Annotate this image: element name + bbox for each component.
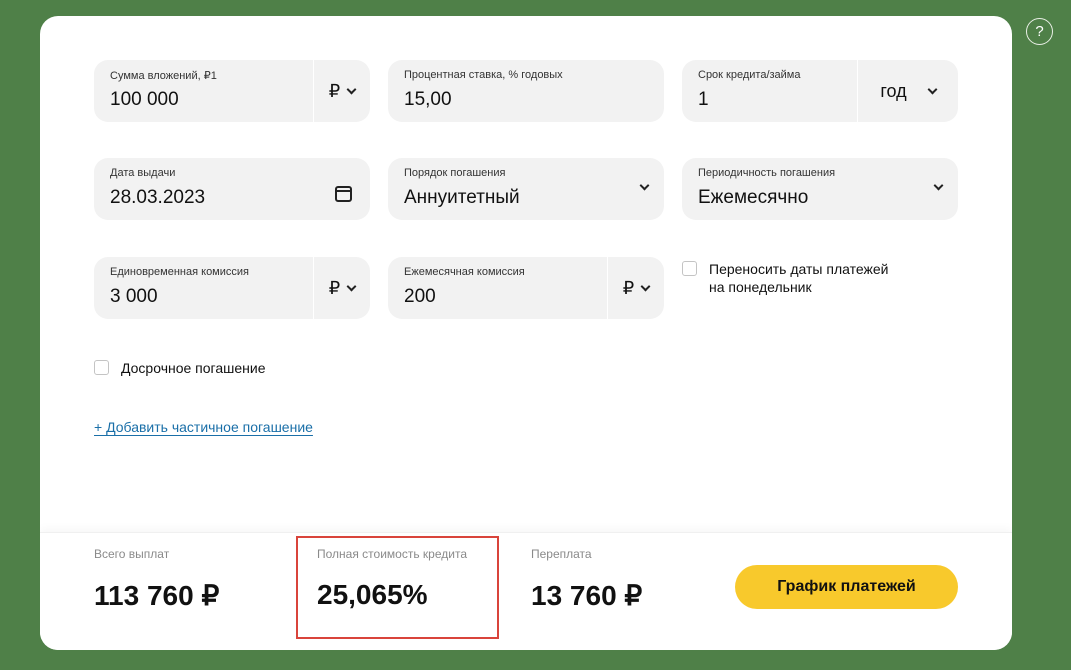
move-to-monday-label-line2: на понедельник xyxy=(709,279,812,295)
interest-rate-label: Процентная ставка, % годовых xyxy=(404,69,563,81)
monthly-fee-field[interactable]: Ежемесячная комиссия 200 ₽ xyxy=(388,257,664,319)
overpayment-value: 13 760 ₽ xyxy=(531,580,643,611)
help-icon[interactable]: ? xyxy=(1026,18,1053,45)
total-payments-value: 113 760 ₽ xyxy=(94,580,220,611)
amount-label: Сумма вложений, ₽1 xyxy=(110,70,217,82)
interest-rate-value[interactable]: 15,00 xyxy=(404,89,452,111)
early-repayment-option[interactable]: Досрочное погашение xyxy=(94,359,265,377)
amount-value[interactable]: 100 000 xyxy=(110,89,179,111)
chevron-down-icon xyxy=(933,180,944,191)
term-label: Срок кредита/займа xyxy=(698,69,801,81)
add-partial-repayment-link[interactable]: + Добавить частичное погашение xyxy=(94,419,313,435)
issue-date-value[interactable]: 28.03.2023 xyxy=(110,187,205,209)
term-unit-label: год xyxy=(880,80,907,101)
summary-bar: Всего выплат 113 760 ₽ Полная стоимость … xyxy=(40,532,1012,650)
loan-calculator-card: Сумма вложений, ₽1 100 000 ₽ Процентная … xyxy=(40,16,1012,650)
currency-label: ₽ xyxy=(622,277,635,298)
currency-label: ₽ xyxy=(328,277,341,298)
interest-rate-field[interactable]: Процентная ставка, % годовых 15,00 xyxy=(388,60,664,122)
chevron-down-icon xyxy=(640,281,651,291)
repayment-order-value: Аннуитетный xyxy=(404,187,520,208)
currency-label: ₽ xyxy=(328,80,341,101)
one-time-fee-field[interactable]: Единовременная комиссия 3 000 ₽ xyxy=(94,257,370,319)
repayment-order-select[interactable]: Порядок погашения Аннуитетный xyxy=(388,158,664,220)
repayment-frequency-value: Ежемесячно xyxy=(698,187,809,208)
total-payments-label: Всего выплат xyxy=(94,547,170,561)
issue-date-field[interactable]: Дата выдачи 28.03.2023 xyxy=(94,158,370,220)
repayment-frequency-label: Периодичность погашения xyxy=(698,167,836,179)
early-repayment-checkbox[interactable] xyxy=(94,360,109,375)
move-to-monday-checkbox[interactable] xyxy=(682,261,697,276)
monthly-fee-currency-select[interactable]: ₽ xyxy=(607,257,664,319)
calendar-icon[interactable] xyxy=(335,186,352,202)
chevron-down-icon xyxy=(346,84,357,94)
full-cost-label: Полная стоимость кредита xyxy=(317,547,467,561)
repayment-frequency-select[interactable]: Периодичность погашения Ежемесячно xyxy=(682,158,958,220)
overpayment-label: Переплата xyxy=(531,547,592,561)
term-unit-select[interactable]: год xyxy=(857,60,958,122)
one-time-fee-label: Единовременная комиссия xyxy=(110,266,249,278)
monthly-fee-value[interactable]: 200 xyxy=(404,286,436,308)
amount-field[interactable]: Сумма вложений, ₽1 100 000 ₽ xyxy=(94,60,370,122)
repayment-order-label: Порядок погашения xyxy=(404,167,506,179)
payment-schedule-button[interactable]: График платежей xyxy=(735,565,958,609)
move-to-monday-label: Переносить даты платежей на понедельник xyxy=(709,260,888,296)
chevron-down-icon xyxy=(927,84,938,94)
monthly-fee-label: Ежемесячная комиссия xyxy=(404,266,525,278)
amount-currency-select[interactable]: ₽ xyxy=(313,60,370,122)
one-time-fee-currency-select[interactable]: ₽ xyxy=(313,257,370,319)
move-to-monday-option[interactable]: Переносить даты платежей на понедельник xyxy=(682,260,888,296)
term-field[interactable]: Срок кредита/займа 1 год xyxy=(682,60,958,122)
issue-date-label: Дата выдачи xyxy=(110,167,176,179)
early-repayment-label: Досрочное погашение xyxy=(121,360,266,376)
chevron-down-icon xyxy=(346,281,357,291)
chevron-down-icon xyxy=(639,180,650,191)
one-time-fee-value[interactable]: 3 000 xyxy=(110,286,158,308)
full-cost-value: 25,065% xyxy=(317,579,428,610)
move-to-monday-label-line1: Переносить даты платежей xyxy=(709,261,889,277)
term-value[interactable]: 1 xyxy=(698,89,709,111)
